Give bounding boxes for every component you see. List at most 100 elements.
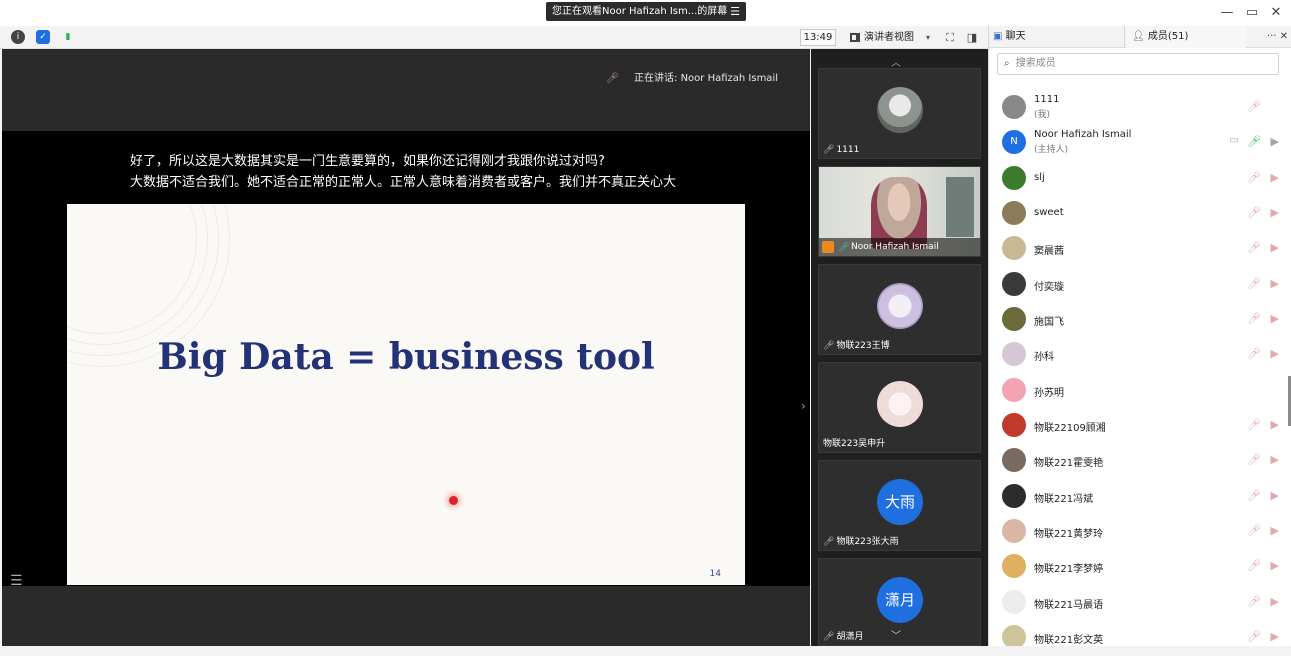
- member-row[interactable]: N Noor Hafizah Ismail (主持人) ▭ 🎤︎ ▶: [989, 125, 1285, 159]
- video-tile[interactable]: 大雨 🎤︎ 物联223张大雨: [818, 460, 981, 551]
- camera-off-icon[interactable]: ▶: [1271, 559, 1279, 572]
- video-tile[interactable]: 🎤︎ 物联223王博: [818, 264, 981, 355]
- close-button[interactable]: ✕: [1265, 4, 1287, 22]
- mic-muted-icon: 🎤︎: [823, 537, 835, 547]
- video-tile-host[interactable]: 🎤︎ Noor Hafizah Ismail: [818, 166, 981, 257]
- camera-off-icon[interactable]: ▶: [1271, 241, 1279, 254]
- member-role: (主持人): [1034, 145, 1069, 155]
- layout-toggle-icon[interactable]: ◨: [964, 29, 980, 46]
- member-row[interactable]: 孙苏明: [989, 373, 1285, 407]
- camera-icon[interactable]: ▶: [1271, 135, 1279, 148]
- mic-muted-icon[interactable]: 🎤︎: [1247, 630, 1261, 643]
- banner-menu-icon[interactable]: ☰: [730, 2, 740, 21]
- member-row[interactable]: 物联22109顾湘 🎤︎ ▶: [989, 408, 1285, 442]
- camera-off-icon[interactable]: ▶: [1271, 524, 1279, 537]
- chevron-down-icon[interactable]: ﹀: [891, 627, 901, 642]
- member-row[interactable]: 物联221彭文英 🎤︎ ▶: [989, 620, 1285, 646]
- meeting-info-icon[interactable]: i: [11, 30, 25, 44]
- avatar: [1002, 625, 1026, 646]
- avatar: 潇月: [877, 577, 923, 623]
- member-row[interactable]: 施国飞 🎤︎ ▶: [989, 302, 1285, 336]
- search-icon: ⌕: [1004, 58, 1010, 69]
- mic-muted-icon[interactable]: 🎤︎: [1247, 453, 1261, 466]
- view-mode-dropdown[interactable]: 演讲者视图 ▾: [846, 29, 932, 46]
- avatar: [877, 87, 923, 133]
- camera-off-icon[interactable]: ▶: [1271, 171, 1279, 184]
- camera-off-icon[interactable]: ▶: [1271, 312, 1279, 325]
- host-badge-icon: [822, 241, 834, 253]
- video-tile-name: 🎤︎ 胡潇月: [823, 632, 864, 642]
- member-row[interactable]: 物联221霍雯艳 🎤︎ ▶: [989, 443, 1285, 477]
- member-row[interactable]: 物联221李梦婷 🎤︎ ▶: [989, 549, 1285, 583]
- view-mode-label: 演讲者视图: [864, 32, 914, 43]
- screen-share-banner[interactable]: 您正在观看Noor Hafizah Ism...的屏幕 ☰: [546, 2, 746, 21]
- mic-muted-icon[interactable]: 🎤︎: [1247, 418, 1261, 431]
- speaker-view-icon: [850, 33, 860, 42]
- camera-off-icon[interactable]: ▶: [1271, 277, 1279, 290]
- mic-muted-icon[interactable]: 🎤︎: [1247, 595, 1261, 608]
- security-shield-icon[interactable]: ✓: [36, 30, 50, 44]
- panel-controls[interactable]: ··· ✕: [1267, 26, 1288, 48]
- member-name: sweet: [1034, 207, 1064, 218]
- fullscreen-icon[interactable]: ⛶: [942, 29, 958, 46]
- member-name: 物联221李梦婷: [1034, 564, 1104, 575]
- mic-muted-icon[interactable]: 🎤︎: [1247, 559, 1261, 572]
- camera-off-icon[interactable]: ▶: [1271, 347, 1279, 360]
- panel-tabs: ▣ 聊天 👤︎ 成员(51) ··· ✕: [989, 26, 1291, 48]
- camera-off-icon[interactable]: ▶: [1271, 453, 1279, 466]
- member-row[interactable]: 付奕璇 🎤︎ ▶: [989, 267, 1285, 301]
- mic-muted-icon: 🎤︎: [823, 341, 835, 351]
- camera-off-icon[interactable]: ▶: [1271, 489, 1279, 502]
- member-row[interactable]: 物联221马晨语 🎤︎ ▶: [989, 585, 1285, 619]
- title-bar: 您正在观看Noor Hafizah Ism...的屏幕 ☰ — ▭ ✕: [0, 0, 1291, 26]
- avatar: [1002, 342, 1026, 366]
- member-row[interactable]: 物联221黄梦玲 🎤︎ ▶: [989, 514, 1285, 548]
- video-tile[interactable]: 🎤︎ 1111: [818, 68, 981, 159]
- avatar: [1002, 519, 1026, 543]
- tab-members[interactable]: 👤︎ 成员(51): [1126, 26, 1246, 48]
- screen-share-banner-text: 您正在观看Noor Hafizah Ism...的屏幕: [552, 6, 728, 17]
- camera-off-icon[interactable]: ▶: [1271, 630, 1279, 643]
- mic-muted-icon[interactable]: 🎤︎: [1247, 100, 1261, 113]
- side-panel: ▣ 聊天 👤︎ 成员(51) ··· ✕ ⌕ 搜索成员 1111 (我) 🎤︎ …: [988, 26, 1291, 646]
- mic-muted-icon[interactable]: 🎤︎: [1247, 347, 1261, 360]
- member-row[interactable]: sweet 🎤︎ ▶: [989, 196, 1285, 230]
- member-name: 物联221黄梦玲: [1034, 529, 1104, 540]
- avatar: [1002, 166, 1026, 190]
- camera-off-icon[interactable]: ▶: [1271, 206, 1279, 219]
- member-role: (我): [1034, 110, 1051, 120]
- mic-muted-icon[interactable]: 🎤︎: [1247, 206, 1261, 219]
- member-search-input[interactable]: ⌕ 搜索成员: [997, 53, 1279, 75]
- list-icon[interactable]: ☰: [10, 574, 30, 588]
- search-placeholder: 搜索成员: [1015, 58, 1056, 69]
- meeting-window: 您正在观看Noor Hafizah Ism...的屏幕 ☰ — ▭ ✕ i ✓ …: [0, 0, 1291, 656]
- member-name: 窦晨茜: [1034, 246, 1064, 257]
- chevron-right-icon[interactable]: ›: [801, 399, 806, 413]
- chevron-up-icon[interactable]: ︿: [891, 54, 901, 69]
- mic-muted-icon[interactable]: 🎤︎: [1247, 312, 1261, 325]
- camera-off-icon[interactable]: ▶: [1271, 595, 1279, 608]
- meeting-timer: 13:49: [800, 29, 836, 46]
- member-row[interactable]: 孙科 🎤︎ ▶: [989, 337, 1285, 371]
- mic-muted-icon[interactable]: 🎤︎: [1247, 277, 1261, 290]
- restore-button[interactable]: ▭: [1241, 4, 1263, 22]
- slide-title: Big Data = business tool: [157, 336, 655, 378]
- mic-muted-icon[interactable]: 🎤︎: [1247, 524, 1261, 537]
- mic-muted-icon[interactable]: 🎤︎: [1247, 489, 1261, 502]
- member-row[interactable]: slj 🎤︎ ▶: [989, 161, 1285, 195]
- video-tile[interactable]: 物联223吴申升: [818, 362, 981, 453]
- shared-screen[interactable]: 好了，所以这是大数据其实是一门生意要算的，如果你还记得刚才我跟你说过对吗? 大数…: [2, 131, 810, 586]
- member-row[interactable]: 窦晨茜 🎤︎ ▶: [989, 231, 1285, 265]
- tab-chat[interactable]: ▣ 聊天: [989, 26, 1125, 48]
- mic-muted-icon[interactable]: 🎤︎: [1247, 241, 1261, 254]
- mic-muted-icon[interactable]: 🎤︎: [1247, 171, 1261, 184]
- camera-off-icon[interactable]: ▶: [1271, 418, 1279, 431]
- member-row[interactable]: 物联221冯斌 🎤︎ ▶: [989, 479, 1285, 513]
- avatar: [1002, 378, 1026, 402]
- minimize-button[interactable]: —: [1216, 4, 1238, 22]
- active-speaker-indicator: 🎤︎ 正在讲话: Noor Hafizah Ismail: [606, 69, 778, 84]
- member-name: 施国飞: [1034, 317, 1064, 328]
- member-row[interactable]: 1111 (我) 🎤︎: [989, 90, 1285, 124]
- mic-active-icon[interactable]: 🎤︎: [1247, 135, 1261, 148]
- network-signal-icon[interactable]: ▮: [61, 30, 75, 44]
